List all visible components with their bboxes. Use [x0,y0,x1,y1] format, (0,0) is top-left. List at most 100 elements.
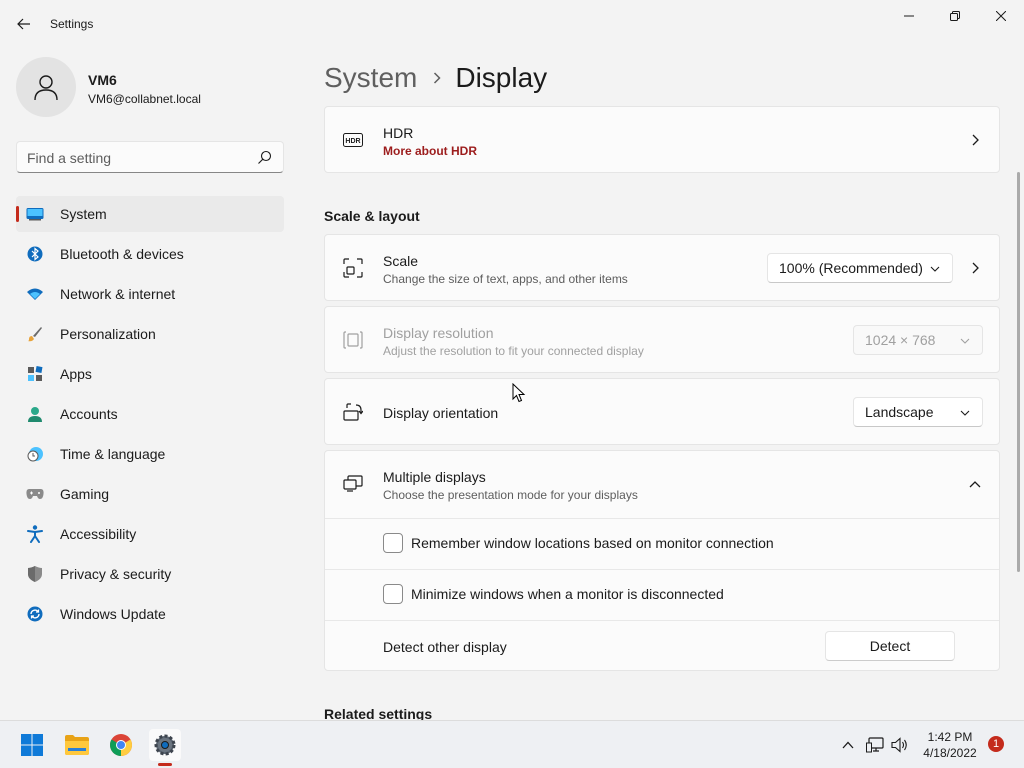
scrollbar[interactable] [1017,172,1020,572]
orientation-title: Display orientation [383,405,499,421]
sidebar-item-personalization[interactable]: Personalization [16,316,284,352]
active-app-indicator [158,763,172,766]
restore-icon [950,11,960,21]
search-box[interactable] [16,141,284,173]
update-icon [26,605,44,623]
resolution-icon [343,330,363,350]
section-title-scale-layout: Scale & layout [324,208,420,224]
file-explorer-button[interactable] [61,729,93,761]
chevron-down-icon [960,338,970,344]
chevron-down-icon [930,266,940,272]
hdr-card[interactable]: HDR HDR More about HDR [324,106,1000,173]
sidebar-item-system[interactable]: System [16,196,284,232]
scale-dropdown[interactable]: 100% (Recommended) [767,253,953,283]
resolution-card: Display resolution Adjust the resolution… [324,306,1000,373]
orientation-card: Display orientation Landscape [324,378,1000,445]
sidebar-item-label: Network & internet [60,286,176,302]
minimize-windows-checkbox[interactable] [383,584,403,604]
sidebar-item-gaming[interactable]: Gaming [16,476,284,512]
folder-icon [65,735,89,755]
volume-button[interactable] [890,735,910,755]
resolution-value: 1024 × 768 [865,332,936,348]
sidebar-item-privacy[interactable]: Privacy & security [16,556,284,592]
divider [325,569,999,570]
clock-time: 1:42 PM [927,730,973,744]
profile-email: VM6@collabnet.local [88,92,201,106]
sidebar-item-windows-update[interactable]: Windows Update [16,596,284,632]
sidebar-item-label: Privacy & security [60,566,172,582]
clock-globe-icon [26,445,44,463]
sidebar-item-label: Windows Update [60,606,166,622]
title-bar: Settings [0,0,1024,48]
app-title: Settings [50,17,94,31]
sidebar-item-label: Bluetooth & devices [60,246,184,262]
gamepad-icon [26,485,44,503]
search-icon[interactable] [257,150,273,166]
sidebar-item-bluetooth[interactable]: Bluetooth & devices [16,236,284,272]
multiple-displays-card: Multiple displays Choose the presentatio… [324,450,1000,671]
network-status-button[interactable] [865,735,885,755]
resolution-subtitle: Adjust the resolution to fit your connec… [383,344,644,358]
search-input[interactable] [27,148,257,168]
detect-button[interactable]: Detect [825,631,955,661]
sidebar-item-label: Gaming [60,486,110,502]
accessibility-icon [26,525,44,543]
chevron-right-icon [433,72,441,84]
chevron-right-icon[interactable] [969,262,981,274]
orientation-dropdown[interactable]: Landscape [853,397,983,427]
avatar [16,57,76,117]
breadcrumb-parent[interactable]: System [324,62,417,94]
close-icon [996,11,1006,21]
sidebar-item-accessibility[interactable]: Accessibility [16,516,284,552]
person-icon [34,75,58,101]
brush-icon [26,325,44,343]
settings-gear-icon [154,734,176,756]
scale-card[interactable]: Scale Change the size of text, apps, and… [324,234,1000,301]
scale-icon [343,258,363,278]
profile-name: VM6 [88,72,117,88]
sidebar-item-time-language[interactable]: Time & language [16,436,284,472]
apps-icon [26,365,44,383]
chrome-button[interactable] [105,729,137,761]
show-hidden-icons-button[interactable] [838,735,858,755]
back-arrow-icon [17,18,30,30]
divider [325,518,999,519]
minimize-windows-label[interactable]: Minimize windows when a monitor is disco… [411,586,724,602]
sidebar-item-label: Accounts [60,406,118,422]
hdr-icon: HDR [343,130,363,150]
chevron-up-icon [842,741,854,749]
wifi-icon [26,285,44,303]
multiple-displays-title: Multiple displays [383,469,486,485]
notification-badge[interactable]: 1 [988,736,1004,752]
sidebar-item-network[interactable]: Network & internet [16,276,284,312]
scale-subtitle: Change the size of text, apps, and other… [383,272,628,286]
user-profile[interactable]: VM6 VM6@collabnet.local [16,57,286,117]
minimize-icon [904,15,914,17]
multiple-displays-header[interactable]: Multiple displays Choose the presentatio… [325,451,999,518]
scale-title: Scale [383,253,419,269]
restore-button[interactable] [932,0,978,32]
back-button[interactable] [8,8,40,40]
hdr-link[interactable]: More about HDR [383,144,477,158]
chevron-up-icon[interactable] [969,478,981,490]
scale-value: 100% (Recommended) [779,260,923,276]
sidebar-item-apps[interactable]: Apps [16,356,284,392]
start-button[interactable] [16,729,48,761]
sidebar-item-accounts[interactable]: Accounts [16,396,284,432]
orientation-value: Landscape [865,404,934,420]
sidebar-nav: System Bluetooth & devices Network & int… [16,196,284,636]
resolution-title: Display resolution [383,325,494,341]
remember-locations-label[interactable]: Remember window locations based on monit… [411,535,774,551]
divider [325,620,999,621]
orientation-icon [343,402,363,422]
minimize-button[interactable] [886,0,932,32]
chevron-right-icon [969,134,981,146]
breadcrumb: System Display [324,58,547,98]
sidebar-item-label: Personalization [60,326,156,342]
settings-button[interactable] [149,729,181,761]
resolution-dropdown: 1024 × 768 [853,325,983,355]
clock[interactable]: 1:42 PM 4/18/2022 [918,729,982,761]
close-button[interactable] [978,0,1024,32]
page-title: Display [455,62,548,93]
remember-locations-checkbox[interactable] [383,533,403,553]
